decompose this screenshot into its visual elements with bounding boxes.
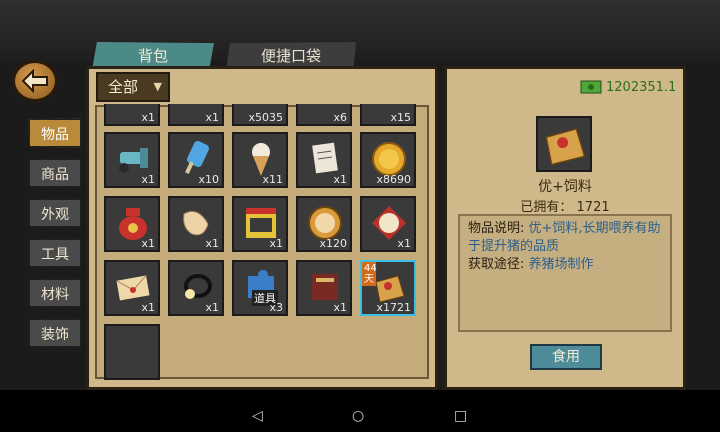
source-value: 养猪场制作 — [528, 257, 594, 272]
filter-selected: 全部 — [108, 78, 139, 96]
category-materials[interactable]: 材料 — [28, 278, 82, 308]
inventory-slot[interactable]: x1 — [168, 196, 224, 252]
nav-home-icon[interactable]: ○ — [352, 408, 364, 424]
category-items[interactable]: 物品 — [28, 118, 82, 148]
nav-back-icon[interactable]: ◁ — [252, 408, 263, 424]
source-label: 获取途径: — [468, 257, 525, 272]
nav-recent-icon[interactable]: □ — [454, 408, 467, 424]
feed-bag-icon — [545, 128, 586, 166]
desc-label: 物品说明: — [468, 221, 525, 236]
inventory-slot-selected[interactable]: 44 天 x1721 — [360, 260, 416, 316]
chevron-down-icon: ▼ — [153, 80, 162, 93]
inventory-slot[interactable]: x1 — [296, 260, 352, 316]
item-name: 优+饲料 — [538, 179, 592, 195]
inventory-slot[interactable]: x15 — [360, 104, 416, 126]
category-goods[interactable]: 商品 — [28, 158, 82, 188]
inventory-slot-empty[interactable] — [104, 324, 160, 380]
inventory-slot[interactable]: x1 — [104, 132, 160, 188]
grid-row-partial: x1 x1 x5035 x6 x15 — [100, 104, 426, 126]
category-tools[interactable]: 工具 — [28, 238, 82, 268]
expiry-tag: 44 天 — [362, 262, 377, 286]
inventory-slot[interactable]: x6 — [296, 104, 352, 126]
cash-icon — [580, 80, 602, 94]
inventory-slot[interactable]: x1 — [104, 104, 160, 126]
money-balance: 1202351.1 — [606, 80, 677, 95]
detail-item-icon — [536, 116, 592, 172]
inventory-slot[interactable]: x8690 — [360, 132, 416, 188]
inventory-slot[interactable]: x1 — [168, 260, 224, 316]
owned-count: 已拥有： 1721 — [520, 200, 610, 215]
inventory-slot[interactable]: x1 — [360, 196, 416, 252]
inventory-slot[interactable]: x5035 — [232, 104, 288, 126]
inventory-slot[interactable]: x1 — [104, 196, 160, 252]
inventory-slot[interactable]: x120 — [296, 196, 352, 252]
inventory-slot[interactable]: x11 — [232, 132, 288, 188]
inventory-slot[interactable]: x1 — [104, 260, 160, 316]
inventory-slot[interactable]: x1 — [168, 104, 224, 126]
category-decorations[interactable]: 装饰 — [28, 318, 82, 348]
category-appearance[interactable]: 外观 — [28, 198, 82, 228]
back-arrow-icon — [21, 69, 48, 94]
inventory-slot[interactable]: 道具 x3 — [232, 260, 288, 316]
inventory-slot[interactable]: x1 — [296, 132, 352, 188]
use-button[interactable]: 食用 — [530, 344, 602, 370]
inventory-slot[interactable]: x1 — [232, 196, 288, 252]
filter-dropdown[interactable]: 全部 ▼ — [96, 72, 170, 102]
back-button[interactable] — [12, 60, 58, 102]
inventory-slot[interactable]: x10 — [168, 132, 224, 188]
item-description: 物品说明: 优+饲料,长期喂养有助于提升猪的品质 获取途径: 养猪场制作 — [458, 214, 672, 332]
